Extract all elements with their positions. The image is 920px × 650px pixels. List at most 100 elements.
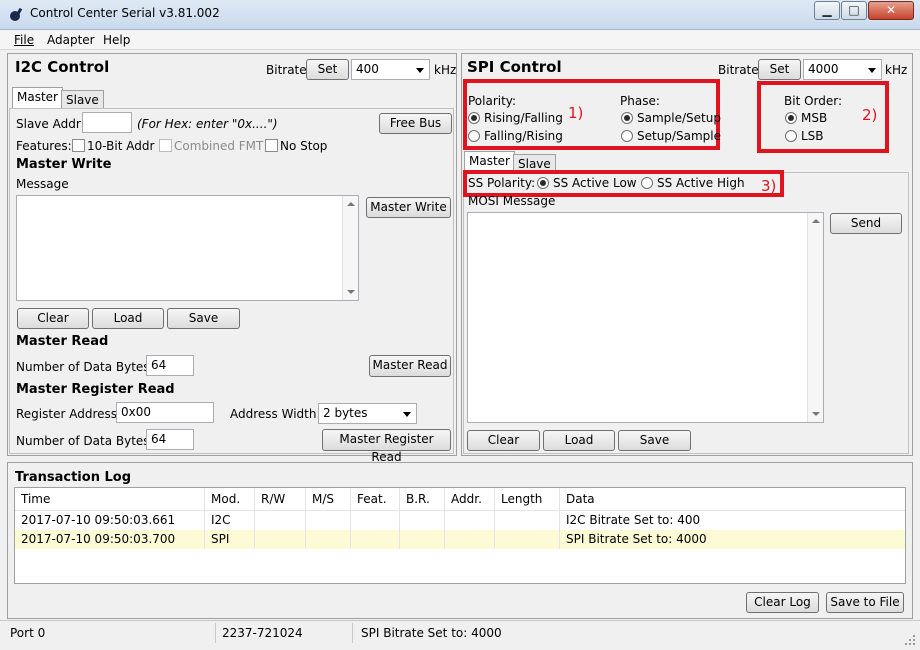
cell-rw [255,511,306,530]
col-data[interactable]: Data [560,488,905,510]
col-feat[interactable]: Feat. [351,488,400,510]
spi-bitrate-value: 4000 [808,62,839,76]
free-bus-button[interactable]: Free Bus [379,113,452,134]
col-time[interactable]: Time [15,488,205,510]
polarity-label: Polarity: [468,94,517,108]
cell-ms [306,530,351,549]
i2c-message-textarea[interactable] [16,195,359,301]
i2c-tab-slave[interactable]: Slave [61,90,104,109]
slave-addr-label: Slave Addr: [16,117,85,131]
master-register-read-title: Master Register Read [16,382,175,397]
i2c-load-button[interactable]: Load [92,308,164,329]
clear-log-button[interactable]: Clear Log [746,592,819,613]
minimize-button[interactable]: ▁ [814,1,840,20]
10bit-checkbox[interactable] [72,139,85,152]
polarity-falling-radio[interactable] [468,130,480,142]
i2c-clear-button[interactable]: Clear [17,308,89,329]
num-bytes2-label: Number of Data Bytes: [16,434,154,448]
num-bytes2-input[interactable]: 64 [146,429,194,450]
num-bytes-label: Number of Data Bytes: [16,360,154,374]
address-width-select[interactable]: 2 bytes [318,403,417,424]
spi-load-button[interactable]: Load [543,430,615,451]
spi-bitrate-select[interactable]: 4000 [803,59,882,80]
mosi-message-scrollbar[interactable] [807,213,823,422]
cell-br [400,511,445,530]
master-write-button[interactable]: Master Write [366,197,451,218]
cell-mod: I2C [205,511,255,530]
col-addr[interactable]: Addr. [445,488,495,510]
col-length[interactable]: Length [495,488,560,510]
ss-active-low-radio[interactable] [537,177,549,189]
i2c-bitrate-select[interactable]: 400 [351,59,430,80]
transaction-log-title: Transaction Log [15,470,131,485]
mosi-message-textarea[interactable] [467,212,824,423]
phase-sample-setup-radio[interactable] [621,112,633,124]
i2c-tab-master[interactable]: Master [12,87,63,109]
polarity-rising-radio[interactable] [468,112,480,124]
polarity-falling-label: Falling/Rising [484,129,563,143]
table-row[interactable]: 2017-07-10 09:50:03.661 I2C I2C Bitrate … [15,511,905,530]
phase-setup-sample-label: Setup/Sample [637,129,721,143]
cell-br [400,530,445,549]
ss-polarity-label: SS Polarity: [468,176,536,190]
cell-data: I2C Bitrate Set to: 400 [566,513,701,527]
phase-label: Phase: [620,94,660,108]
maximize-button[interactable]: □ [841,1,867,20]
transaction-log-table[interactable]: Time Mod. R/W M/S Feat. B.R. Addr. Lengt… [14,487,906,584]
bit-order-lsb-label: LSB [801,129,824,143]
status-message: SPI Bitrate Set to: 4000 [361,626,502,640]
menu-adapter[interactable]: Adapter [47,33,95,47]
num-bytes-input[interactable]: 64 [146,355,194,376]
menu-help[interactable]: Help [103,33,130,47]
bit-order-lsb-radio[interactable] [785,130,797,142]
col-rw[interactable]: R/W [255,488,306,510]
i2c-unit: kHz [434,63,457,77]
cell-length [495,530,560,549]
spi-title: SPI Control [467,58,562,76]
send-button[interactable]: Send [830,213,902,234]
col-br[interactable]: B.R. [400,488,445,510]
ss-active-low-label: SS Active Low [553,176,637,190]
annotation-label-1: 1) [568,104,584,122]
features-label: Features: [16,139,72,153]
spi-set-button[interactable]: Set [758,59,801,80]
cell-addr [445,530,495,549]
phase-setup-sample-radio[interactable] [621,130,633,142]
no-stop-checkbox[interactable] [265,139,278,152]
window-title: Control Center Serial v3.81.002 [30,6,220,20]
i2c-set-button[interactable]: Set [306,59,349,80]
ss-active-high-label: SS Active High [657,176,745,190]
menu-file[interactable]: File [14,33,34,47]
col-ms[interactable]: M/S [306,488,351,510]
i2c-message-scrollbar[interactable] [342,196,358,300]
close-button[interactable]: ✕ [868,1,914,20]
master-read-button[interactable]: Master Read [369,355,451,377]
table-row-selected[interactable]: 2017-07-10 09:50:03.700 SPI SPI Bitrate … [15,530,905,549]
no-stop-label: No Stop [280,139,328,153]
resize-grip-icon[interactable] [904,634,916,646]
cell-feat [351,511,400,530]
cell-time: 2017-07-10 09:50:03.661 [15,511,205,530]
save-to-file-button[interactable]: Save to File [826,592,904,613]
col-mod[interactable]: Mod. [205,488,255,510]
cell-addr [445,511,495,530]
master-read-title: Master Read [16,334,109,349]
status-serial: 2237-721024 [218,623,353,643]
i2c-title: I2C Control [15,58,110,76]
spi-save-button[interactable]: Save [618,430,691,451]
hex-hint: (For Hex: enter "0x....") [137,117,278,131]
ss-active-high-radio[interactable] [641,177,653,189]
register-address-input[interactable]: 0x00 [116,402,214,423]
cell-data: SPI Bitrate Set to: 4000 [566,532,707,546]
cell-length [495,511,560,530]
spi-unit: kHz [885,63,908,77]
bit-order-msb-radio[interactable] [785,112,797,124]
bit-order-msb-label: MSB [801,111,828,125]
master-register-read-button[interactable]: Master Register Read [322,429,451,464]
app-icon [8,6,24,22]
i2c-bitrate-label: Bitrate [266,63,307,77]
spi-clear-button[interactable]: Clear [467,430,540,451]
slave-addr-input[interactable] [82,112,132,133]
annotation-label-3: 3) [761,177,777,195]
i2c-save-button[interactable]: Save [167,308,240,329]
